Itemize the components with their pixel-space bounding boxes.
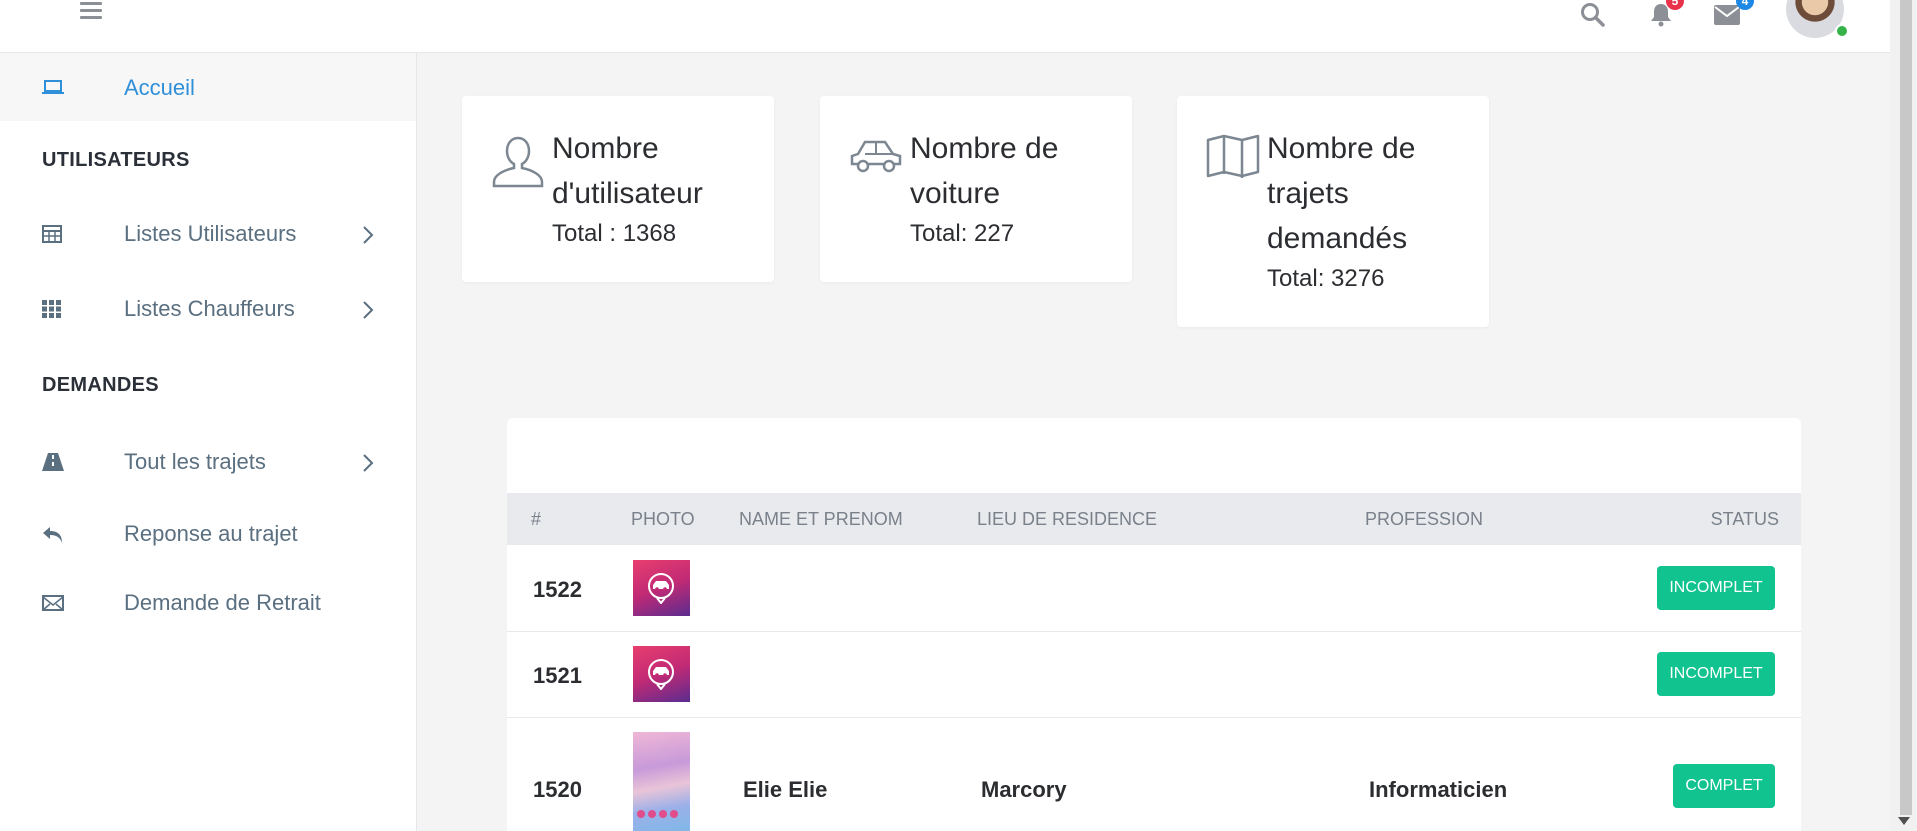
- sidebar-item-tout-les-trajets[interactable]: Tout les trajets: [0, 435, 416, 491]
- table-icon: [42, 225, 62, 248]
- status-button[interactable]: INCOMPLET: [1657, 566, 1775, 610]
- sidebar-item-reponse-au-trajet[interactable]: Reponse au trajet: [0, 507, 416, 563]
- column-header-profession: PROFESSION: [1365, 509, 1484, 529]
- grid-icon: [42, 300, 62, 323]
- sidebar-item-label: Tout les trajets: [124, 449, 266, 474]
- sidebar-item-label: Accueil: [124, 75, 195, 100]
- column-header-id: #: [531, 509, 542, 529]
- status-button[interactable]: COMPLET: [1673, 764, 1775, 808]
- chevron-right-icon: [362, 225, 374, 250]
- row-id: 1520: [533, 777, 582, 802]
- chevron-right-icon: [362, 300, 374, 325]
- sidebar-item-listes-utilisateurs[interactable]: Listes Utilisateurs: [0, 207, 416, 263]
- scroll-down-arrow-icon[interactable]: [1898, 817, 1910, 825]
- column-header-status: STATUS: [1710, 509, 1779, 529]
- stat-card-title: Nombre d'utilisateur: [552, 132, 703, 210]
- stat-card-title: Nombre de voiture: [910, 132, 1059, 210]
- status-button[interactable]: INCOMPLET: [1657, 652, 1775, 696]
- top-navbar: 5 4: [0, 0, 1890, 53]
- laptop-icon: [42, 79, 64, 100]
- table-header: # PHOTO NAME ET PRENOM LIEU DE RESIDENCE…: [507, 493, 1801, 545]
- column-header-residence: LIEU DE RESIDENCE: [977, 509, 1158, 529]
- envelope-icon: [42, 594, 64, 617]
- online-status-dot: [1835, 24, 1849, 38]
- row-id: 1521: [533, 663, 582, 688]
- sidebar-item-label: Listes Utilisateurs: [124, 221, 297, 246]
- row-photo[interactable]: [633, 732, 690, 831]
- sidebar-item-label: Demande de Retrait: [124, 590, 321, 615]
- sidebar-item-accueil[interactable]: Accueil: [0, 53, 416, 121]
- column-header-photo: PHOTO: [631, 509, 695, 529]
- users-table-panel: # PHOTO NAME ET PRENOM LIEU DE RESIDENCE…: [507, 418, 1801, 831]
- table-row[interactable]: 1520 Elie Elie Marcory Informaticien COM…: [507, 717, 1801, 831]
- stat-card-cars: Nombre de voiture Total: 227: [820, 96, 1132, 282]
- stat-card-title: Nombre de trajets demandés: [1267, 132, 1416, 255]
- sidebar-item-listes-chauffeurs[interactable]: Listes Chauffeurs: [0, 282, 416, 338]
- row-residence: Marcory: [981, 777, 1067, 802]
- column-header-name: NAME ET PRENOM: [739, 509, 903, 529]
- table-row[interactable]: 1522 INCOMPLET: [507, 545, 1801, 632]
- menu-toggle-icon[interactable]: [80, 2, 102, 20]
- sidebar-item-label: Listes Chauffeurs: [124, 296, 295, 321]
- stat-card-trips: Nombre de trajets demandés Total: 3276: [1177, 96, 1489, 327]
- sidebar: Accueil UTILISATEURS Listes Utilisateurs…: [0, 53, 417, 831]
- road-icon: [42, 453, 64, 476]
- section-title-utilisateurs: UTILISATEURS: [42, 149, 190, 171]
- row-photo[interactable]: [633, 560, 690, 616]
- reply-icon: [42, 525, 64, 550]
- stat-card-total: Total: 3276: [1267, 265, 1385, 292]
- user-icon: [490, 134, 546, 195]
- stat-card-total: Total : 1368: [552, 220, 677, 247]
- map-icon: [1205, 134, 1261, 185]
- sidebar-item-label: Reponse au trajet: [124, 521, 298, 546]
- table-row[interactable]: 1521 INCOMPLET: [507, 631, 1801, 718]
- car-icon: [848, 134, 904, 183]
- row-profession: Informaticien: [1369, 777, 1508, 802]
- sidebar-item-demande-de-retrait[interactable]: Demande de Retrait: [0, 576, 416, 632]
- scrollbar-thumb[interactable]: [1900, 0, 1912, 815]
- stat-card-total: Total: 227: [910, 220, 1015, 247]
- row-id: 1522: [533, 577, 582, 602]
- stat-card-users: Nombre d'utilisateur Total : 1368: [462, 96, 774, 282]
- row-name: Elie Elie: [743, 777, 828, 802]
- row-photo[interactable]: [633, 646, 690, 702]
- search-icon[interactable]: [1580, 2, 1606, 33]
- chevron-right-icon: [362, 453, 374, 478]
- section-title-demandes: DEMANDES: [42, 374, 159, 396]
- messages-envelope-icon[interactable]: [1714, 5, 1740, 30]
